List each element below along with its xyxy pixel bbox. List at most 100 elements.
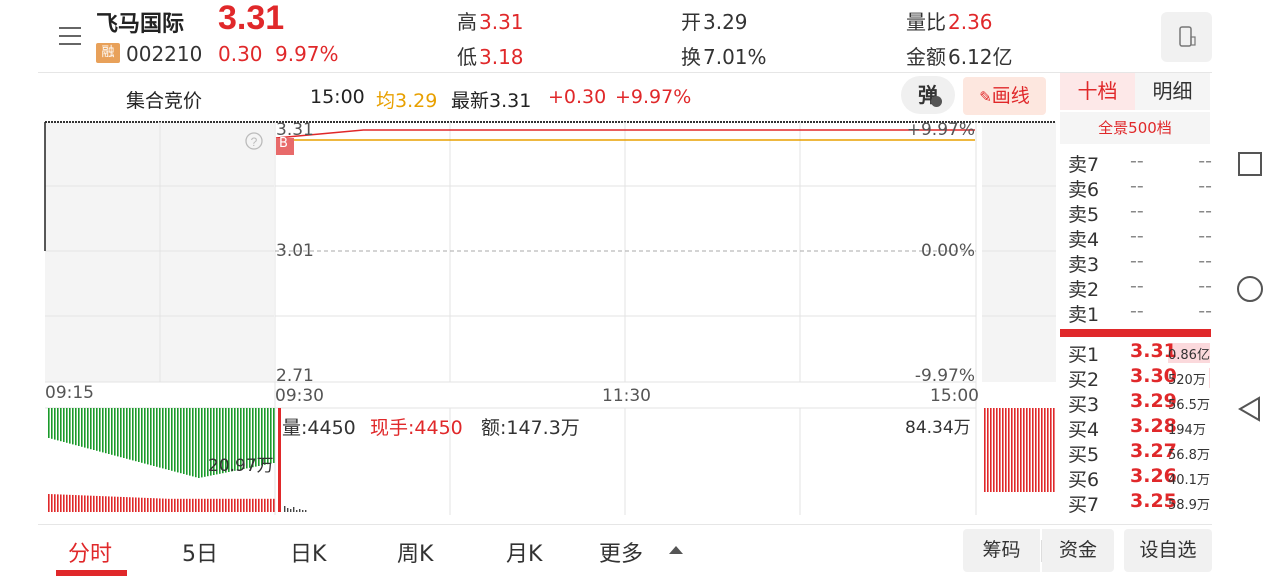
auction-volume-bar (99, 496, 101, 512)
buy-level-volume: 56.5万 (1168, 398, 1210, 413)
auction-volume-bar (204, 498, 206, 512)
tab-ten-levels[interactable]: 十档 (1060, 73, 1135, 110)
auction-volume-bar (192, 408, 194, 477)
chevron-up-icon[interactable] (668, 545, 684, 555)
back-icon[interactable] (1236, 395, 1266, 425)
sell-level-label: 卖5 (1068, 204, 1100, 226)
auction-volume-bar (231, 498, 233, 512)
full-500-levels-button[interactable]: 全景500档 (1060, 112, 1210, 144)
auction-volume-bar (108, 408, 110, 454)
auction-volume-bar (120, 408, 122, 458)
auction-volume-bar (210, 498, 212, 512)
buy-level-row[interactable]: 买5 3.27 56.8万 (1068, 440, 1210, 466)
auction-volume-bar (150, 498, 152, 512)
tab-more[interactable]: 更多 (599, 536, 643, 568)
pct-axis-high: +9.97% (906, 120, 975, 140)
auction-volume-bar (270, 498, 272, 512)
auction-volume-bar (243, 498, 245, 512)
auction-volume-bar (144, 408, 146, 464)
close-auction-volume-bar (1038, 408, 1040, 492)
buy-level-row[interactable]: 买6 3.26 40.1万 (1068, 465, 1210, 491)
auction-volume-bar (129, 408, 131, 460)
close-auction-volume-bar (1011, 408, 1013, 492)
auction-volume-bar (216, 498, 218, 512)
auction-volume-bar (81, 408, 83, 447)
auction-volume-bar (51, 494, 53, 512)
tab-daily-k[interactable]: 日K (290, 536, 326, 568)
buy-level-row[interactable]: 买1 3.31 0.86亿 (1068, 340, 1210, 366)
svg-text:?: ? (251, 135, 258, 149)
auction-volume-bar (147, 497, 149, 512)
phone-rotate-icon (1179, 26, 1196, 47)
buy-level-bar (1209, 368, 1210, 388)
tab-weekly-k[interactable]: 周K (397, 536, 433, 568)
auction-volume-bar (141, 497, 143, 512)
sell-level-row[interactable]: 卖7 -- -- (1068, 150, 1212, 176)
auction-volume-bar (69, 408, 71, 444)
buy-level-row[interactable]: 买2 3.30 520万 (1068, 365, 1210, 391)
spread-divider (1060, 329, 1211, 337)
auction-volume-bar (60, 408, 62, 442)
sell-level-label: 卖6 (1068, 179, 1100, 201)
buy-level-label: 买2 (1068, 369, 1100, 391)
auction-volume-bar (246, 498, 248, 512)
sell-level-row[interactable]: 卖6 -- -- (1068, 175, 1212, 201)
amount-label: 额:147.3万 (481, 417, 580, 439)
sell-level-row[interactable]: 卖5 -- -- (1068, 200, 1212, 226)
volume-label: 量:4450 (282, 417, 356, 439)
auction-volume-bar (159, 408, 161, 468)
auction-volume-bar (222, 498, 224, 512)
sell-level-row[interactable]: 卖3 -- -- (1068, 250, 1212, 276)
auction-volume-bar (186, 408, 188, 475)
close-auction-volume-bar (1005, 408, 1007, 492)
auction-volume-bar (141, 408, 143, 463)
intraday-chart[interactable]: ? (0, 0, 1060, 530)
sell-level-row[interactable]: 卖1 -- -- (1068, 300, 1212, 326)
pct-axis-mid: 0.00% (920, 241, 975, 261)
add-watchlist-button[interactable]: 设自选 (1124, 529, 1212, 572)
close-auction-volume-bar (1050, 408, 1052, 492)
auction-volume-bar (123, 497, 125, 512)
auction-volume-bar (183, 498, 185, 512)
buy-level-volume: 194万 (1168, 423, 1206, 438)
auction-volume-bar (96, 495, 98, 512)
buy-level-row[interactable]: 买4 3.28 194万 (1068, 415, 1210, 441)
recent-apps-icon[interactable] (1236, 150, 1266, 180)
auction-volume-bar (111, 408, 113, 455)
sell-level-volume: -- (1198, 175, 1212, 197)
auction-volume-bar (198, 498, 200, 512)
session-volume-bar (287, 508, 289, 512)
current-hand-label: 现手:4450 (370, 417, 463, 439)
buy-level-row[interactable]: 买7 3.25 58.9万 (1068, 490, 1210, 516)
sell-level-row[interactable]: 卖2 -- -- (1068, 275, 1212, 301)
auction-volume-bar (66, 494, 68, 512)
sell-level-label: 卖7 (1068, 154, 1100, 176)
close-auction-volume-bar (1029, 408, 1031, 492)
buy-level-row[interactable]: 买3 3.29 56.5万 (1068, 390, 1210, 416)
tab-monthly-k[interactable]: 月K (506, 536, 542, 568)
auction-volume-bar (99, 408, 101, 452)
time-tick-0915: 09:15 (45, 383, 94, 403)
buy-level-label: 买7 (1068, 494, 1100, 516)
auction-volume-bar (138, 497, 140, 512)
auction-volume-bar (171, 498, 173, 512)
chips-button[interactable]: 筹码 (963, 529, 1040, 572)
tab-5day[interactable]: 5日 (182, 536, 218, 568)
rotate-screen-button[interactable] (1161, 12, 1212, 62)
tab-intraday[interactable]: 分时 (68, 536, 112, 568)
close-auction-volume-bar (1035, 408, 1037, 492)
auction-volume-bar (147, 408, 149, 465)
auction-volume-bar (81, 495, 83, 512)
auction-volume-bar (48, 408, 50, 438)
capital-flow-button[interactable]: 资金 (1042, 529, 1114, 572)
auction-volume-bar (159, 498, 161, 512)
auction-volume-bar (189, 498, 191, 512)
auction-volume-bar (264, 498, 266, 512)
sell-level-row[interactable]: 卖4 -- -- (1068, 225, 1212, 251)
home-icon[interactable] (1236, 275, 1266, 305)
auction-volume-bar (186, 498, 188, 512)
auction-volume-bar (252, 498, 254, 512)
close-auction-volume-bar (1014, 408, 1016, 492)
session-volume-bar (293, 507, 295, 512)
tab-details[interactable]: 明细 (1135, 73, 1210, 110)
